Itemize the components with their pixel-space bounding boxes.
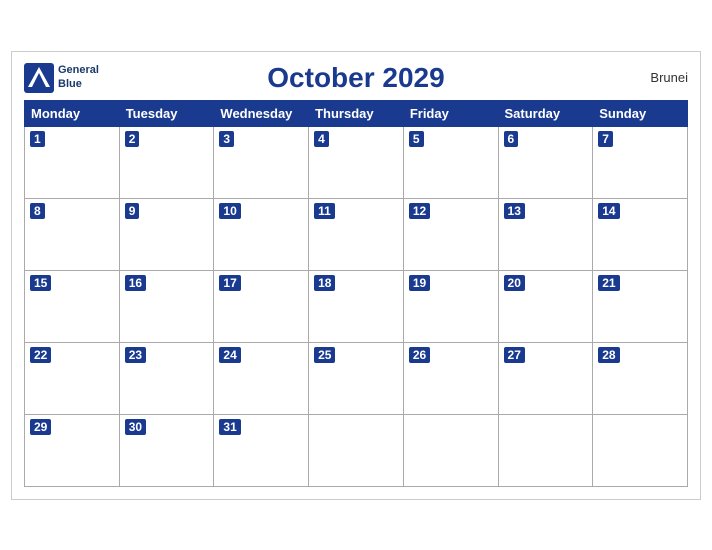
weekday-header-tuesday: Tuesday [119,100,214,126]
weekday-header-monday: Monday [25,100,120,126]
calendar-cell: 1 [25,126,120,198]
calendar-cell [309,414,404,486]
calendar-cell: 5 [403,126,498,198]
day-number: 9 [125,203,140,219]
day-number: 2 [125,131,140,147]
day-number: 18 [314,275,335,291]
calendar-cell: 8 [25,198,120,270]
calendar-header: General Blue October 2029 Brunei [24,62,688,94]
calendar-cell: 24 [214,342,309,414]
calendar-cell: 11 [309,198,404,270]
day-number: 20 [504,275,525,291]
calendar-cell [593,414,688,486]
week-row-4: 22 23 24 25 26 27 28 [25,342,688,414]
weekday-header-friday: Friday [403,100,498,126]
day-number: 12 [409,203,430,219]
logo-line1: General [58,64,99,77]
calendar-cell: 13 [498,198,593,270]
calendar-cell: 27 [498,342,593,414]
day-number: 6 [504,131,519,147]
calendar-cell: 28 [593,342,688,414]
calendar-cell: 9 [119,198,214,270]
weekday-header-saturday: Saturday [498,100,593,126]
calendar-cell: 12 [403,198,498,270]
day-number: 1 [30,131,45,147]
day-number: 23 [125,347,146,363]
calendar-cell: 22 [25,342,120,414]
day-number: 4 [314,131,329,147]
calendar-container: General Blue October 2029 Brunei MondayT… [11,51,701,500]
day-number: 24 [219,347,240,363]
calendar-tbody: 1234567891011121314151617181920212223242… [25,126,688,486]
calendar-title: October 2029 [267,62,444,94]
logo-text: General Blue [58,64,99,90]
day-number: 30 [125,419,146,435]
calendar-cell: 6 [498,126,593,198]
day-number: 31 [219,419,240,435]
week-row-5: 29 30 31 [25,414,688,486]
day-number: 25 [314,347,335,363]
calendar-cell: 16 [119,270,214,342]
logo-line2: Blue [58,78,99,91]
logo-icon [24,63,54,93]
week-row-2: 8 9 10 11 12 13 14 [25,198,688,270]
day-number: 3 [219,131,234,147]
calendar-cell [403,414,498,486]
day-number: 13 [504,203,525,219]
day-number: 5 [409,131,424,147]
day-number: 17 [219,275,240,291]
calendar-cell: 3 [214,126,309,198]
day-number: 16 [125,275,146,291]
week-row-1: 1 2 3 4 5 6 7 [25,126,688,198]
calendar-cell: 31 [214,414,309,486]
day-number: 26 [409,347,430,363]
calendar-cell: 18 [309,270,404,342]
day-number: 8 [30,203,45,219]
calendar-cell: 21 [593,270,688,342]
day-number: 14 [598,203,619,219]
calendar-thead: MondayTuesdayWednesdayThursdayFridaySatu… [25,100,688,126]
day-number: 11 [314,203,335,219]
calendar-cell: 14 [593,198,688,270]
week-row-3: 15 16 17 18 19 20 21 [25,270,688,342]
calendar-cell: 19 [403,270,498,342]
day-number: 29 [30,419,51,435]
logo: General Blue [24,63,99,93]
day-number: 27 [504,347,525,363]
weekday-header-sunday: Sunday [593,100,688,126]
calendar-cell: 15 [25,270,120,342]
calendar-cell: 10 [214,198,309,270]
day-number: 28 [598,347,619,363]
calendar-cell: 30 [119,414,214,486]
day-number: 22 [30,347,51,363]
calendar-cell: 25 [309,342,404,414]
country-label: Brunei [650,70,688,85]
day-number: 15 [30,275,51,291]
calendar-cell: 7 [593,126,688,198]
calendar-cell: 20 [498,270,593,342]
calendar-cell: 23 [119,342,214,414]
day-number: 7 [598,131,613,147]
calendar-cell: 17 [214,270,309,342]
weekday-header-wednesday: Wednesday [214,100,309,126]
day-number: 19 [409,275,430,291]
day-number: 21 [598,275,619,291]
weekday-row: MondayTuesdayWednesdayThursdayFridaySatu… [25,100,688,126]
weekday-header-thursday: Thursday [309,100,404,126]
calendar-cell: 4 [309,126,404,198]
calendar-cell [498,414,593,486]
calendar-table: MondayTuesdayWednesdayThursdayFridaySatu… [24,100,688,487]
day-number: 10 [219,203,240,219]
calendar-cell: 29 [25,414,120,486]
calendar-cell: 2 [119,126,214,198]
calendar-cell: 26 [403,342,498,414]
